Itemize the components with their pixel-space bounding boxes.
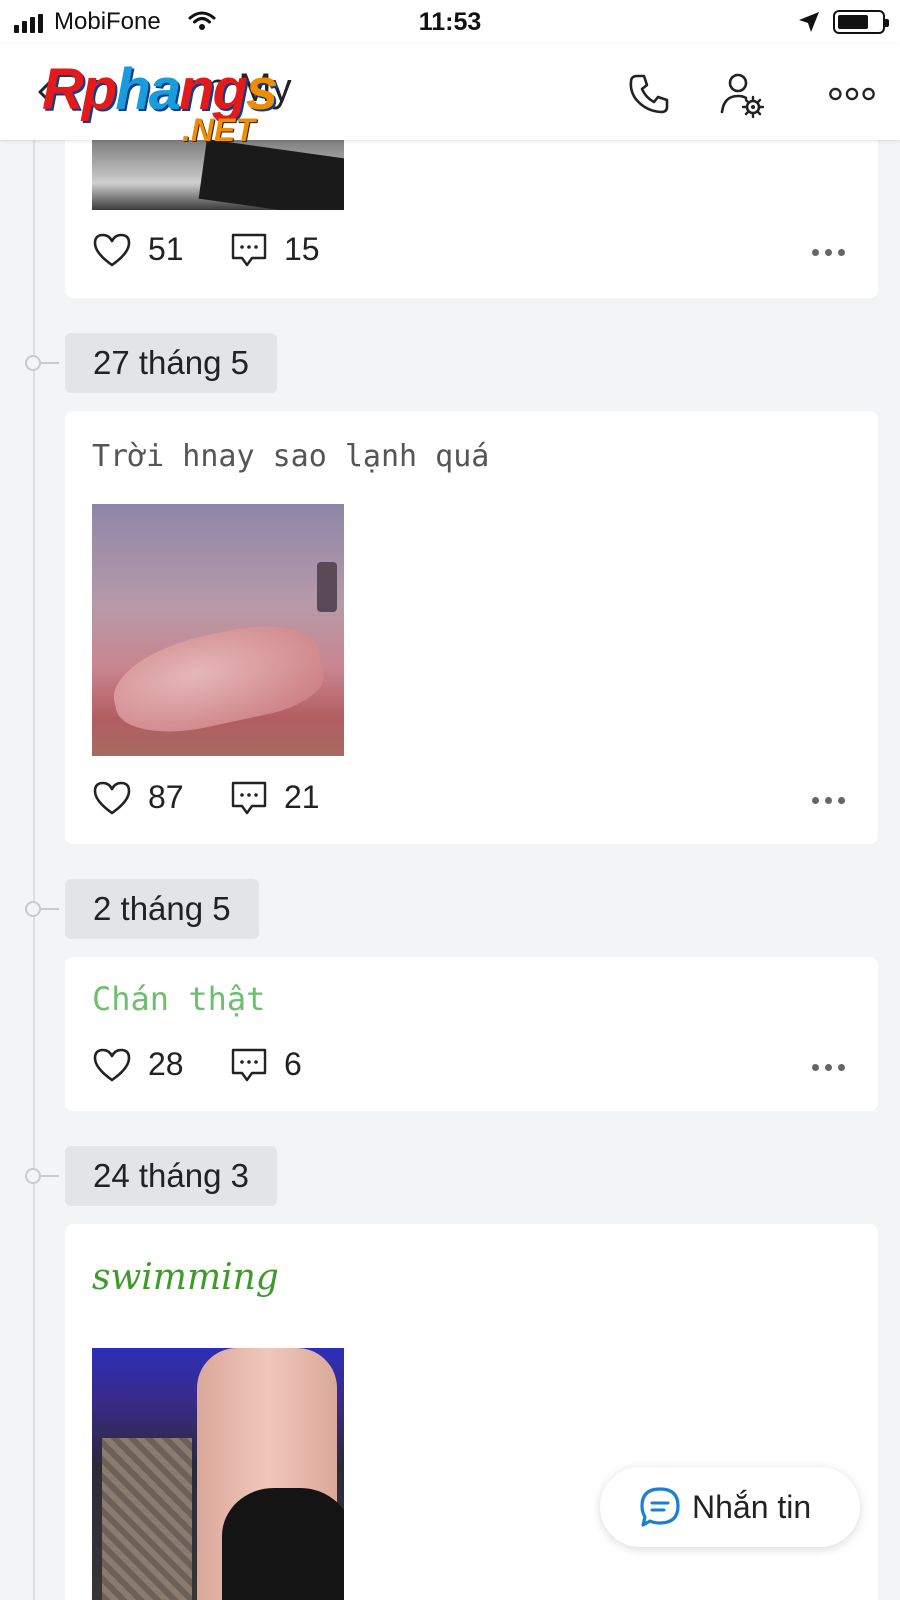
timeline-dot (25, 1168, 59, 1184)
watermark-logo: Rphangs .NET (42, 57, 278, 148)
comment-button[interactable]: 21 (230, 779, 320, 816)
post-photo[interactable] (92, 1348, 344, 1600)
like-button[interactable]: 51 (92, 231, 184, 268)
post-actions: 28 6 (92, 1046, 851, 1090)
heart-icon (93, 781, 131, 814)
post-more-icon[interactable] (812, 1064, 845, 1071)
post-card: Chán thật 28 6 (65, 957, 878, 1111)
post-more-icon[interactable] (812, 797, 845, 804)
status-bar: MobiFone 11:53 (0, 0, 900, 44)
post-text: swimming (92, 1257, 279, 1298)
heart-icon (93, 233, 131, 266)
more-icon[interactable] (828, 70, 876, 118)
post-more-icon[interactable] (812, 249, 845, 256)
post-text: Chán thật (92, 980, 266, 1018)
chat-bubble-icon (640, 1487, 680, 1527)
comment-button[interactable]: 6 (230, 1046, 302, 1083)
clock: 11:53 (418, 8, 482, 36)
post-actions: 87 21 (92, 779, 851, 823)
like-button[interactable]: 87 (92, 779, 184, 816)
date-chip: 27 tháng 5 (65, 333, 277, 393)
comment-icon (231, 781, 267, 814)
like-count: 51 (148, 231, 184, 267)
comment-count: 21 (284, 779, 320, 815)
comment-icon (231, 233, 267, 266)
battery-icon (833, 10, 889, 34)
like-count: 28 (148, 1046, 184, 1082)
profile-header: n My Rphangs .NET (0, 44, 900, 148)
post-photo[interactable] (92, 504, 344, 756)
heart-icon (93, 1048, 131, 1081)
date-chip: 24 tháng 3 (65, 1146, 277, 1206)
date-chip: 2 tháng 5 (65, 879, 259, 939)
comment-count: 15 (284, 231, 320, 267)
message-button-label: Nhắn tin (692, 1488, 812, 1525)
post-actions: 51 15 (92, 231, 851, 275)
comment-button[interactable]: 15 (230, 231, 320, 268)
user-settings-icon[interactable] (718, 70, 766, 118)
message-button[interactable]: Nhắn tin (600, 1467, 860, 1547)
like-count: 87 (148, 779, 184, 815)
post-text: Trời hnay sao lạnh quá (92, 439, 490, 474)
timeline-dot (25, 355, 59, 371)
location-arrow-icon (797, 10, 821, 39)
comment-icon (231, 1048, 267, 1081)
phone-icon[interactable] (625, 70, 673, 118)
post-card: Trời hnay sao lạnh quá 87 21 (65, 411, 878, 844)
comment-count: 6 (284, 1046, 302, 1082)
timeline-dot (25, 901, 59, 917)
like-button[interactable]: 28 (92, 1046, 184, 1083)
